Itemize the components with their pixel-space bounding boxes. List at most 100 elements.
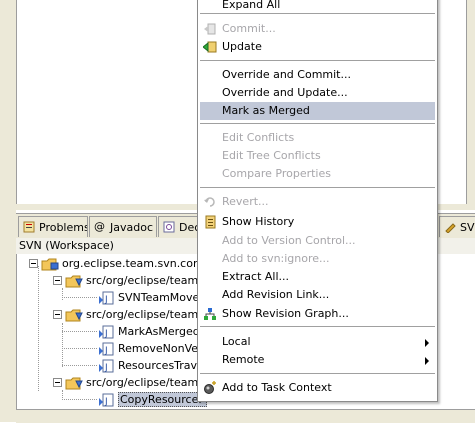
collapse-icon[interactable]: [53, 276, 62, 285]
menu-item-label: Edit Tree Conflicts: [222, 149, 321, 162]
svg-text:J: J: [104, 329, 108, 339]
update-icon: [202, 40, 217, 54]
tab-label: Dec: [179, 220, 197, 234]
menu-separator: [200, 326, 435, 328]
submenu-arrow-icon: [425, 357, 429, 365]
menu-separator: [200, 123, 435, 125]
commit-icon: [203, 22, 217, 36]
svg-text:J: J: [104, 295, 108, 305]
menu-item-add-to-task-context[interactable]: Add to Task Context: [200, 379, 435, 397]
tree-label: SVNTeamMoveD: [118, 291, 208, 304]
bottom-trim: [16, 409, 475, 423]
tree-row-file-selected[interactable]: J CopyResourceF: [99, 391, 207, 408]
menu-item-label: Local: [222, 335, 251, 348]
tab-javadoc[interactable]: @ Javadoc: [89, 216, 157, 237]
context-menu: Expand All Commit... Update Override and…: [197, 0, 438, 402]
menu-item-label: Override and Update...: [222, 86, 348, 99]
menu-item-show-revision-graph[interactable]: Show Revision Graph...: [200, 305, 435, 323]
package-folder-icon: [65, 274, 83, 288]
collapse-icon[interactable]: [53, 310, 62, 319]
collapse-icon[interactable]: [29, 259, 38, 268]
tree-row-folder[interactable]: src/org/eclipse/team: [53, 306, 198, 323]
menu-separator: [200, 60, 435, 62]
menu-item-label: Extract All...: [222, 270, 290, 283]
tree-label: src/org/eclipse/team: [86, 308, 199, 321]
menu-separator: [200, 13, 435, 15]
java-file-icon: J: [99, 342, 115, 356]
revert-icon: [203, 195, 217, 209]
editor-left-border: [16, 0, 17, 204]
menu-item-add-revision-link[interactable]: Add Revision Link...: [200, 286, 435, 304]
tree-label: src/org/eclipse/team: [86, 376, 199, 389]
menu-separator: [200, 373, 435, 375]
menu-item-label: Show Revision Graph...: [222, 307, 349, 320]
tree-guide: [62, 348, 97, 349]
menu-item-add-to-version-control[interactable]: Add to Version Control...: [200, 232, 435, 250]
editor-right-border: [466, 0, 467, 204]
menu-item-local[interactable]: Local: [200, 333, 435, 351]
menu-item-update[interactable]: Update: [200, 38, 435, 56]
menu-item-label: Add Revision Link...: [222, 288, 330, 301]
tab-svn[interactable]: SVN P: [439, 216, 475, 237]
svg-text:J: J: [104, 363, 108, 373]
menu-item-remote[interactable]: Remote: [200, 351, 435, 369]
java-file-icon: J: [99, 291, 115, 305]
java-file-icon: J: [99, 359, 115, 373]
left-trim: [0, 210, 16, 422]
menu-item-label: Expand All: [222, 0, 281, 11]
tree-row-file[interactable]: J ResourcesTrave: [99, 357, 204, 374]
menu-item-label: Add to Version Control...: [222, 234, 356, 247]
menu-item-override-and-commit[interactable]: Override and Commit...: [200, 66, 435, 84]
svg-text:J: J: [104, 346, 108, 356]
tab-problems[interactable]: Problems: [18, 216, 88, 237]
tree-row-folder[interactable]: src/org/eclipse/team: [53, 374, 198, 391]
menu-item-compare-properties[interactable]: Compare Properties: [200, 165, 435, 183]
menu-item-extract-all[interactable]: Extract All...: [200, 268, 435, 286]
menu-item-commit[interactable]: Commit...: [200, 20, 435, 38]
task-context-icon: [203, 381, 217, 395]
menu-item-expand-all[interactable]: Expand All: [200, 0, 435, 14]
menu-item-mark-as-merged[interactable]: Mark as Merged: [200, 102, 435, 120]
menu-item-show-history[interactable]: Show History: [200, 213, 435, 231]
menu-item-label: Add to svn:ignore...: [222, 252, 330, 265]
tree-guide: [62, 331, 97, 332]
collapse-icon[interactable]: [53, 378, 62, 387]
menu-item-edit-conflicts[interactable]: Edit Conflicts: [200, 129, 435, 147]
java-file-icon: J: [99, 325, 115, 339]
menu-item-edit-tree-conflicts[interactable]: Edit Tree Conflicts: [200, 147, 435, 165]
tree-row-project[interactable]: org.eclipse.team.svn.core: [29, 255, 204, 272]
menu-item-label: Show History: [222, 215, 295, 228]
tab-label: SVN P: [460, 220, 475, 234]
tree-row-folder[interactable]: src/org/eclipse/team: [53, 272, 198, 289]
problems-icon: [23, 221, 35, 233]
tab-label: Problems: [39, 220, 88, 234]
menu-item-add-to-svn-ignore[interactable]: Add to svn:ignore...: [200, 250, 435, 268]
tree-label: ResourcesTrave: [118, 359, 204, 372]
package-folder-icon: [65, 376, 83, 390]
java-file-icon: J: [99, 393, 115, 407]
tree-row-file[interactable]: J RemoveNonVer: [99, 340, 203, 357]
tree-row-file[interactable]: J SVNTeamMoveD: [99, 289, 208, 306]
menu-separator: [200, 187, 435, 189]
revision-graph-icon: [203, 307, 217, 321]
tree-label: RemoveNonVer: [118, 342, 203, 355]
tree-guide: [62, 288, 63, 300]
menu-item-override-and-update[interactable]: Override and Update...: [200, 84, 435, 102]
menu-item-label: Mark as Merged: [222, 104, 310, 117]
menu-item-label: Commit...: [222, 22, 276, 35]
tree-guide: [62, 297, 97, 298]
tree-row-file[interactable]: J MarkAsMergedO: [99, 323, 208, 340]
menu-item-revert[interactable]: Revert...: [200, 193, 435, 211]
svn-icon: [444, 221, 456, 234]
menu-item-label: Revert...: [222, 195, 269, 208]
svg-text:J: J: [104, 397, 108, 407]
tree-guide: [38, 266, 39, 391]
menu-item-label: Remote: [222, 353, 265, 366]
javadoc-icon: @: [94, 220, 105, 233]
tab-declaration[interactable]: Dec: [158, 216, 198, 237]
tree-label: MarkAsMergedO: [118, 325, 209, 338]
menu-item-label: Override and Commit...: [222, 68, 351, 81]
menu-item-label: Add to Task Context: [222, 381, 332, 394]
tree-guide: [62, 365, 97, 366]
tree-guide: [62, 399, 97, 400]
